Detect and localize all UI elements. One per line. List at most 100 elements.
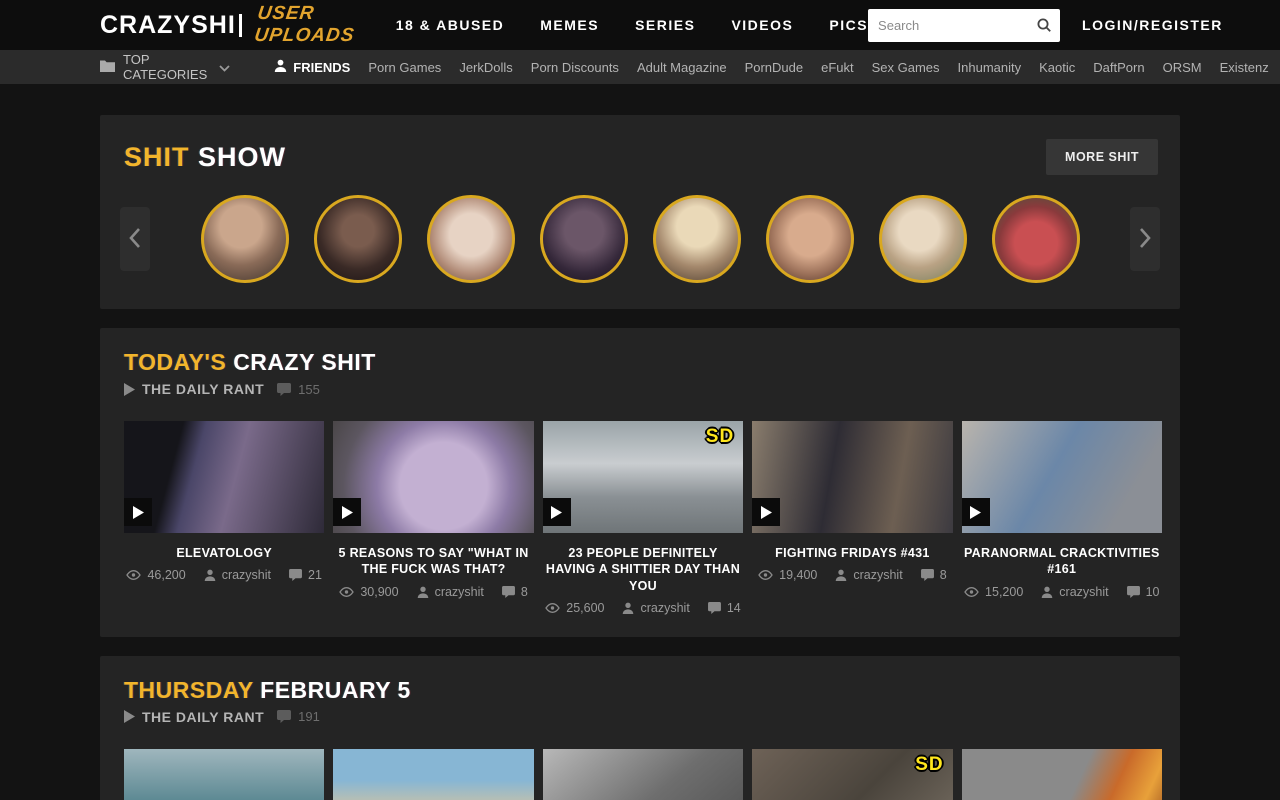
section-title: TODAY'S CRAZY SHIT bbox=[124, 349, 1164, 376]
story-avatar[interactable] bbox=[314, 195, 402, 283]
friends-link[interactable]: FRIENDS bbox=[274, 59, 350, 75]
video-title[interactable]: PARANORMAL CRACKTIVITIES #161 bbox=[962, 545, 1162, 578]
video-thumbnail[interactable] bbox=[333, 421, 533, 533]
video-card: SD 23 PEOPLE DEFINITELY HAVING A SHITTIE… bbox=[543, 421, 743, 615]
comment-icon bbox=[277, 383, 291, 396]
play-button[interactable] bbox=[333, 498, 361, 526]
top-categories-dropdown[interactable]: TOP CATEGORIES bbox=[100, 52, 230, 82]
user-icon bbox=[204, 569, 216, 581]
view-count: 19,400 bbox=[779, 568, 817, 582]
video-thumbnail[interactable] bbox=[962, 749, 1162, 800]
play-arrow-icon bbox=[124, 710, 135, 723]
chevron-left-icon bbox=[128, 227, 142, 252]
main-nav-item[interactable]: 18 & ABUSED bbox=[396, 17, 505, 33]
site-logo[interactable]: CRAZYSHI USER UPLOADS bbox=[100, 3, 358, 47]
video-thumbnail[interactable]: SD bbox=[543, 421, 743, 533]
more-shit-button[interactable]: MORE SHIT bbox=[1046, 139, 1158, 175]
video-card: PARANORMAL CRACKTIVITIES #161 15,200 cra… bbox=[962, 421, 1162, 615]
play-button[interactable] bbox=[124, 498, 152, 526]
video-card bbox=[333, 749, 533, 800]
play-button[interactable] bbox=[543, 498, 571, 526]
uploader-name[interactable]: crazyshit bbox=[1059, 585, 1108, 599]
video-title[interactable]: 23 PEOPLE DEFINITELY HAVING A SHITTIER D… bbox=[543, 545, 743, 594]
main-nav-item[interactable]: SERIES bbox=[635, 17, 695, 33]
carousel-prev-button[interactable] bbox=[120, 207, 150, 271]
view-count: 46,200 bbox=[147, 568, 185, 582]
user-icon bbox=[274, 59, 287, 75]
partner-link[interactable]: Porn Games bbox=[368, 60, 441, 75]
partner-link[interactable]: Sex Games bbox=[872, 60, 940, 75]
video-thumbnail[interactable] bbox=[124, 421, 324, 533]
uploader-name[interactable]: crazyshit bbox=[435, 585, 484, 599]
section-title: THURSDAY FEBRUARY 5 bbox=[124, 677, 1164, 704]
comment-icon bbox=[277, 710, 291, 723]
play-button[interactable] bbox=[962, 498, 990, 526]
video-thumbnail[interactable] bbox=[962, 421, 1162, 533]
search-box bbox=[868, 9, 1060, 42]
daily-rant-link[interactable]: THE DAILY RANT 155 bbox=[124, 381, 1164, 397]
video-stats: 46,200 crazyshit 21 bbox=[124, 568, 324, 582]
video-thumbnail[interactable] bbox=[333, 749, 533, 800]
eye-icon bbox=[964, 587, 979, 597]
partner-link[interactable]: JerkDolls bbox=[459, 60, 512, 75]
video-thumbnail[interactable] bbox=[124, 749, 324, 800]
story-avatar[interactable] bbox=[427, 195, 515, 283]
friends-label: FRIENDS bbox=[293, 60, 350, 75]
top-bar: CRAZYSHI USER UPLOADS 18 & ABUSED MEMES SE… bbox=[0, 0, 1280, 50]
video-thumbnail[interactable] bbox=[543, 749, 743, 800]
section-today: TODAY'S CRAZY SHIT THE DAILY RANT 155 bbox=[100, 328, 1180, 637]
story-avatar[interactable] bbox=[201, 195, 289, 283]
main-nav-item[interactable]: PICS bbox=[829, 17, 868, 33]
video-thumbnail[interactable] bbox=[752, 421, 952, 533]
partner-link[interactable]: PornDude bbox=[745, 60, 804, 75]
main-nav-item[interactable]: MEMES bbox=[540, 17, 599, 33]
video-title[interactable]: 5 REASONS TO SAY "WHAT IN THE FUCK WAS T… bbox=[333, 545, 533, 578]
uploader-name[interactable]: crazyshit bbox=[640, 601, 689, 615]
view-count: 30,900 bbox=[360, 585, 398, 599]
carousel-next-button[interactable] bbox=[1130, 207, 1160, 271]
sd-badge: SD bbox=[706, 426, 734, 448]
play-arrow-icon bbox=[124, 383, 135, 396]
video-card: FIGHTING FRIDAYS #431 19,400 crazyshit bbox=[752, 421, 952, 615]
story-avatar[interactable] bbox=[766, 195, 854, 283]
search-icon[interactable] bbox=[1036, 17, 1052, 33]
login-register-link[interactable]: LOGIN/REGISTER bbox=[1082, 17, 1223, 33]
partner-link[interactable]: ORSM bbox=[1163, 60, 1202, 75]
main-nav: 18 & ABUSED MEMES SERIES VIDEOS PICS bbox=[396, 17, 868, 33]
video-title[interactable]: ELEVATOLOGY bbox=[124, 545, 324, 561]
partner-link[interactable]: eFukt bbox=[821, 60, 854, 75]
uploader-name[interactable]: crazyshit bbox=[853, 568, 902, 582]
video-card: 5 REASONS TO SAY "WHAT IN THE FUCK WAS T… bbox=[333, 421, 533, 615]
video-title[interactable]: FIGHTING FRIDAYS #431 bbox=[752, 545, 952, 561]
eye-icon bbox=[126, 570, 141, 580]
eye-icon bbox=[758, 570, 773, 580]
partner-link[interactable]: Porn Discounts bbox=[531, 60, 619, 75]
video-card: SD bbox=[752, 749, 952, 800]
video-stats: 25,600 crazyshit 14 bbox=[543, 601, 743, 615]
shit-show-panel: SHIT SHOW MORE SHIT bbox=[100, 115, 1180, 309]
main-nav-item[interactable]: VIDEOS bbox=[731, 17, 793, 33]
story-avatar[interactable] bbox=[653, 195, 741, 283]
partner-link[interactable]: Inhumanity bbox=[958, 60, 1022, 75]
folder-icon bbox=[100, 59, 115, 75]
logo-text: CRAZYSHI bbox=[100, 11, 236, 40]
comment-count: 14 bbox=[727, 601, 741, 615]
play-button[interactable] bbox=[752, 498, 780, 526]
partner-link[interactable]: Adult Magazine bbox=[637, 60, 727, 75]
story-avatar[interactable] bbox=[879, 195, 967, 283]
daily-rant-link[interactable]: THE DAILY RANT 191 bbox=[124, 709, 1164, 725]
comment-count: 21 bbox=[308, 568, 322, 582]
search-input[interactable] bbox=[878, 18, 1036, 33]
comment-icon bbox=[708, 602, 721, 614]
video-card bbox=[962, 749, 1162, 800]
partner-link[interactable]: DaftPorn bbox=[1093, 60, 1144, 75]
story-avatar[interactable] bbox=[992, 195, 1080, 283]
uploader-name[interactable]: crazyshit bbox=[222, 568, 271, 582]
partner-link[interactable]: Kaotic bbox=[1039, 60, 1075, 75]
story-avatars bbox=[201, 195, 1080, 283]
video-thumbnail[interactable]: SD bbox=[752, 749, 952, 800]
comment-count: 8 bbox=[521, 585, 528, 599]
story-avatar[interactable] bbox=[540, 195, 628, 283]
partner-links: Porn Games JerkDolls Porn Discounts Adult M… bbox=[368, 60, 1280, 75]
partner-link[interactable]: Existenz bbox=[1220, 60, 1269, 75]
